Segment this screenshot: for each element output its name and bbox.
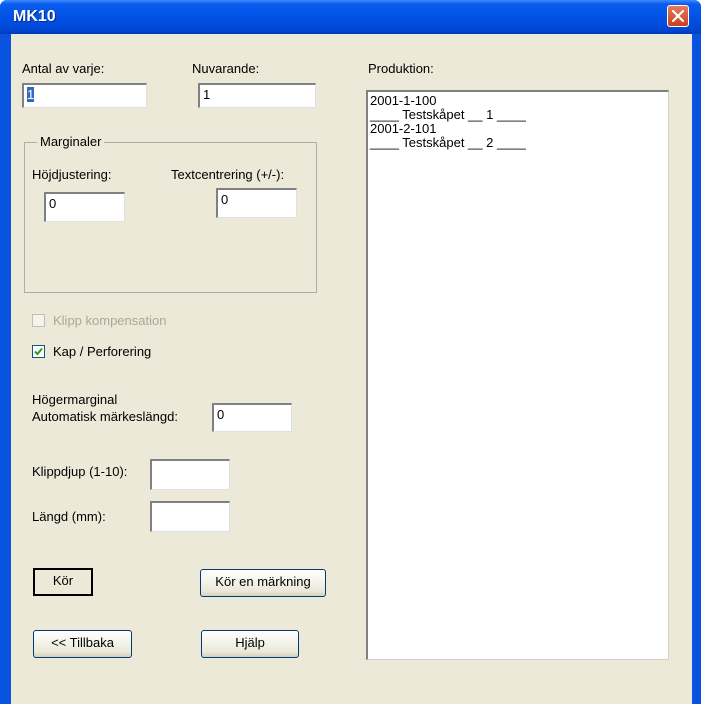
list-item[interactable]: ____ Testskåpet __ 2 ____ [368,136,668,150]
antal-input[interactable]: 1 [22,83,147,108]
textcentrering-label: Textcentrering (+/-): [171,167,285,182]
kap-perforering-label: Kap / Perforering [53,344,152,359]
list-item[interactable]: 2001-2-101 [368,122,668,136]
automatisk-markeslangd-input[interactable]: 0 [212,403,292,432]
hojdjustering-input[interactable]: 0 [44,192,125,222]
tillbaka-button[interactable]: << Tillbaka [33,630,132,658]
automatisk-markeslangd-label: Automatisk märkeslängd: [32,409,178,424]
close-icon [672,10,684,22]
marginaler-label: Marginaler [37,134,105,149]
nuvarande-label: Nuvarande: [192,61,260,76]
klippdjup-input[interactable] [150,459,230,490]
klipp-kompensation-checkbox[interactable] [32,314,45,327]
hogermarginal-label: Högermarginal [32,392,118,407]
klippdjup-label: Klippdjup (1-10): [32,464,128,479]
list-item[interactable]: ____ Testskåpet __ 1 ____ [368,108,668,122]
langd-label: Längd (mm): [32,509,106,524]
nuvarande-input[interactable]: 1 [198,83,316,108]
textcentrering-input[interactable]: 0 [216,188,297,218]
title-bar[interactable]: MK10 [0,0,701,34]
hjalp-button[interactable]: Hjälp [201,630,299,658]
kor-button[interactable]: Kör [33,568,93,596]
kor-en-markning-button[interactable]: Kör en märkning [200,569,326,597]
dialog-client-area: Antal av varje: 1 Nuvarande: 1 Marginale… [11,34,692,704]
close-button[interactable] [667,5,689,27]
antal-label: Antal av varje: [22,61,105,76]
mk10-window: MK10 Antal av varje: 1 Nuvarande: 1 Marg… [0,0,701,704]
checkmark-icon [34,347,43,356]
klipp-kompensation-label: Klipp kompensation [53,313,167,328]
produktion-label: Produktion: [368,61,434,76]
list-item[interactable]: 2001-1-100 [368,94,668,108]
window-title: MK10 [13,8,56,25]
hojdjustering-label: Höjdjustering: [32,167,112,182]
kap-perforering-checkbox[interactable] [32,345,45,358]
produktion-listbox[interactable]: 2001-1-100 ____ Testskåpet __ 1 ____ 200… [366,90,669,660]
langd-input[interactable] [150,501,230,532]
